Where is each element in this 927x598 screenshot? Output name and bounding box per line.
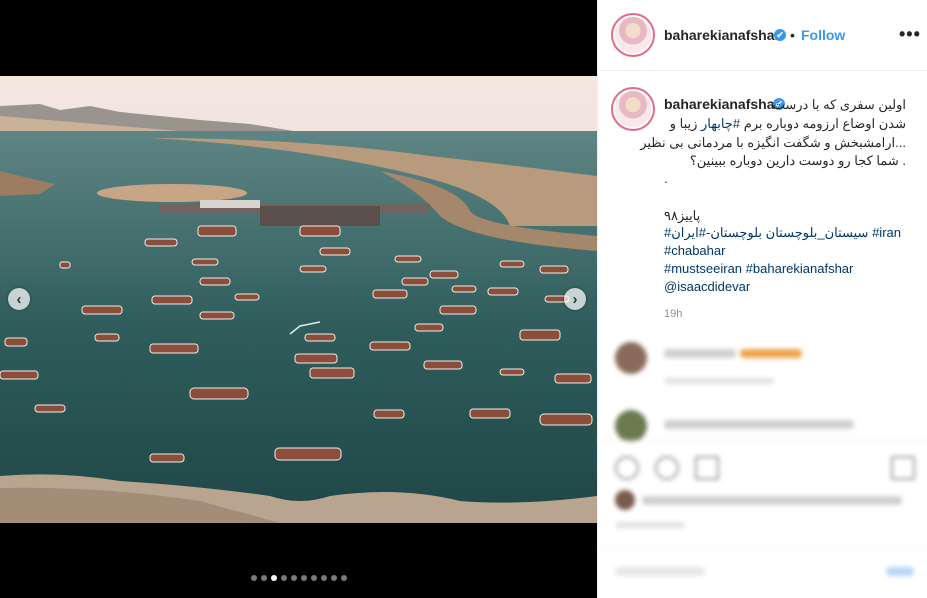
- carousel-dot: [300, 575, 307, 581]
- comment-icon: [655, 456, 679, 480]
- blurred-comments-region: [598, 330, 927, 598]
- separator-dot: •: [790, 27, 795, 43]
- hashtag-line-1: سیستان_بلوچستان بلوچستان-#ایران# #iran: [664, 225, 901, 241]
- post-header: baharekianafshar ✔ • Follow •••: [598, 0, 927, 71]
- verified-badge-icon: ✔: [774, 29, 786, 41]
- comment-badge-placeholder: [740, 349, 802, 358]
- caption-line-1: اولین سفری که با درست: [772, 97, 906, 112]
- divider: [598, 548, 927, 549]
- comment-text-placeholder: [664, 349, 736, 358]
- caption-text: شدن اوضاع ارزومه دوباره برم: [740, 116, 906, 131]
- caption-author[interactable]: baharekianafshar: [664, 96, 780, 112]
- hashtag-line-2: #chabahar: [664, 243, 725, 258]
- carousel-dot: [290, 575, 297, 581]
- post-button-placeholder: [886, 567, 914, 576]
- comment-avatar: [615, 410, 647, 442]
- hashtag-chabahar-fa[interactable]: #چابهار: [701, 116, 740, 131]
- mention-line: @isaacdidevar: [664, 279, 750, 294]
- save-icon: [891, 456, 915, 480]
- carousel-dot: [310, 575, 317, 581]
- caption-line-2: شدن اوضاع ارزومه دوباره برم #چابهار زیبا…: [670, 116, 906, 132]
- likes-text-placeholder: [642, 496, 902, 505]
- previous-photo-button[interactable]: ‹: [8, 288, 30, 310]
- comment-avatar: [615, 342, 647, 374]
- carousel-indicator: [0, 575, 597, 581]
- hashtag-line-3: #mustseeiran #baharekianafshar: [664, 261, 853, 276]
- post-photo: [0, 76, 597, 523]
- like-icon: [615, 456, 639, 480]
- carousel-dot: [320, 575, 327, 581]
- comment-input-placeholder: [615, 567, 705, 576]
- carousel-dot: [270, 575, 277, 581]
- carousel-dot: [250, 575, 257, 581]
- hashtag-sistan[interactable]: سیستان_بلوچستان بلوچستان-#ایران#: [664, 225, 868, 240]
- caption-avatar[interactable]: [615, 91, 651, 127]
- caption-text: زیبا و: [669, 116, 701, 131]
- caption-line-5: .: [664, 171, 668, 186]
- hashtag-mustseeiran[interactable]: #mustseeiran: [664, 261, 742, 276]
- comment-text-placeholder: [664, 420, 854, 429]
- avatar[interactable]: [615, 17, 651, 53]
- carousel-dot: [340, 575, 347, 581]
- date-placeholder: [615, 522, 685, 528]
- post-side-panel: baharekianafshar ✔ • Follow ••• bahareki…: [597, 0, 927, 598]
- carousel-dot: [330, 575, 337, 581]
- caption-line-6: پاییز۹۸: [664, 208, 701, 223]
- caption-line-4: . شما کجا رو دوست دارین دوباره ببینین؟: [689, 153, 906, 168]
- more-options-icon[interactable]: •••: [899, 24, 921, 45]
- follow-button[interactable]: Follow: [801, 27, 845, 43]
- divider: [598, 440, 927, 441]
- carousel-dot: [260, 575, 267, 581]
- caption-line-3: ...ارامشبخش و شگفت انگیزه با مردمانی بی …: [640, 135, 906, 150]
- mention-isaacdidevar[interactable]: @isaacdidevar: [664, 279, 750, 294]
- liker-avatar: [615, 490, 635, 510]
- hashtag-baharekianafshar[interactable]: #baharekianafshar: [746, 261, 854, 276]
- next-photo-button[interactable]: ›: [564, 288, 586, 310]
- author-username[interactable]: baharekianafshar: [664, 27, 780, 43]
- hashtag-chabahar[interactable]: #chabahar: [664, 243, 725, 258]
- comment-meta-placeholder: [664, 378, 774, 384]
- carousel-dot: [280, 575, 287, 581]
- hashtag-iran[interactable]: #iran: [872, 225, 901, 240]
- caption-timestamp: 19h: [664, 308, 683, 320]
- share-icon: [695, 456, 719, 480]
- media-viewer: ‹ ›: [0, 0, 597, 598]
